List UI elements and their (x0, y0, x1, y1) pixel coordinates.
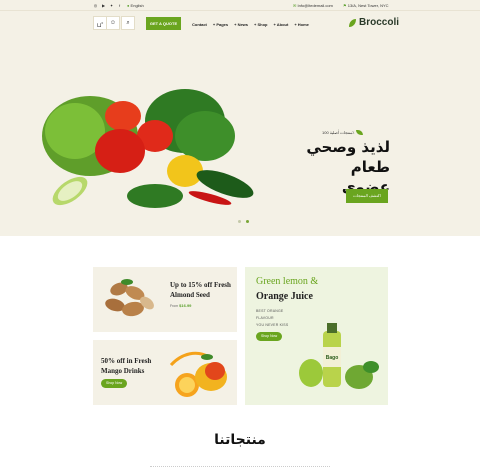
logo-text: Broccoli (359, 17, 400, 28)
juice-desc-line1: BEST ORANGE (256, 309, 284, 313)
almond-title-line2: Almond Seed (170, 291, 210, 299)
account-button[interactable]: ☺ (106, 16, 120, 30)
mango-title: 50% off in Fresh Mango Drinks (101, 356, 151, 376)
mango-title-line2: Mango Drinks (101, 367, 145, 375)
from-label: From (170, 304, 179, 308)
menu-item-pages[interactable]: + Pages (213, 22, 228, 27)
almonds-image (105, 279, 154, 317)
language-selector[interactable]: ● English (127, 3, 144, 8)
slider-dots (238, 220, 249, 223)
get-quote-button[interactable]: GET A QUOTE (146, 17, 181, 30)
menu-item-contact[interactable]: Contact (192, 22, 207, 27)
youtube-icon[interactable]: ▶ (101, 3, 106, 8)
search-button[interactable]: ⌕ (121, 16, 135, 30)
hero-title: لذيذ وصحي طعام عضوي (300, 137, 390, 197)
address-info: ⚑ 13/A, Nest Tower, NYC (343, 3, 389, 8)
menu-item-home[interactable]: + Home (294, 22, 309, 27)
products-section-title: منتجاتنا (214, 432, 266, 448)
twitter-icon[interactable]: ✦ (109, 3, 114, 8)
juice-bottle-image: Bago (299, 323, 379, 389)
menu-item-shop[interactable]: + Shop (254, 22, 267, 27)
user-icon: ☺ (109, 20, 117, 26)
hero-tagline: منتجات أصلية 100٪ (322, 130, 364, 135)
juice-title-line1: Green lemon & (256, 276, 319, 287)
location-icon: ⚑ (343, 3, 347, 8)
logo[interactable]: Broccoli (348, 17, 399, 28)
mail-icon: ✉ (293, 3, 297, 8)
hero-title-line1: لذيذ وصحي (306, 138, 390, 156)
cart-button[interactable]: ⊔0 (93, 16, 107, 30)
juice-title-line2: Orange Juice (256, 291, 313, 302)
juice-desc-line2: FLAVOUR (256, 316, 274, 320)
slider-dot[interactable] (238, 220, 241, 223)
address-text: 13/A, Nest Tower, NYC (347, 3, 389, 8)
slider-dot-active[interactable] (246, 220, 249, 223)
menu-links: Contact + Pages + News + Shop + About + … (192, 22, 309, 27)
section-subtitle-placeholder (150, 466, 330, 469)
mango-title-line1: 50% off in Fresh (101, 357, 152, 365)
almond-price: From $16.99 (170, 303, 191, 308)
globe-icon: ● (127, 3, 130, 8)
svg-text:Bago: Bago (326, 355, 339, 361)
almond-title: Up to 15% off Fresh Almond Seed (170, 280, 231, 300)
vegetables-image (42, 89, 254, 208)
facebook-icon[interactable]: f (117, 3, 122, 8)
logo-leaf-icon (349, 18, 356, 27)
price-value: $16.99 (179, 303, 192, 308)
hero-banner: منتجات أصلية 100٪ لذيذ وصحي طعام عضوي اك… (0, 36, 480, 236)
promo-card-almond[interactable]: Up to 15% off Fresh Almond Seed From $16… (93, 267, 237, 332)
promo-card-juice[interactable]: Green lemon & Orange Juice BEST ORANGE F… (245, 267, 388, 405)
menu-item-news[interactable]: + News (234, 22, 248, 27)
mango-shop-now-button[interactable]: Shop Now (101, 379, 128, 388)
juice-shop-now-button[interactable]: Shop Now (256, 332, 283, 341)
email-text: Info@ltedemail.com (297, 3, 333, 8)
leaf-icon (356, 130, 364, 135)
discover-products-button[interactable]: اكتشف المنتجات (346, 189, 388, 203)
instagram-icon[interactable]: ◎ (93, 3, 98, 8)
email-info[interactable]: ✉ Info@ltedemail.com (293, 3, 333, 8)
social-links: ◎ ▶ ✦ f (93, 3, 122, 8)
almond-title-line1: Up to 15% off Fresh (170, 281, 231, 289)
menu-item-about[interactable]: + About (273, 22, 288, 27)
main-nav: ⊔0 ☺ ⌕ GET A QUOTE Contact + Pages + New… (0, 11, 480, 36)
language-label: English (130, 3, 144, 8)
tagline-text: منتجات أصلية 100٪ (322, 130, 355, 135)
mango-orange-image (169, 351, 227, 397)
juice-desc-line3: YOU NEVER KISS (256, 323, 289, 327)
top-bar: ◎ ▶ ✦ f ● English ✉ Info@ltedemail.com ⚑… (0, 0, 480, 11)
search-icon: ⌕ (126, 20, 130, 26)
cart-count: 0 (101, 21, 104, 25)
promo-card-mango[interactable]: 50% off in Fresh Mango Drinks Shop Now (93, 340, 237, 405)
